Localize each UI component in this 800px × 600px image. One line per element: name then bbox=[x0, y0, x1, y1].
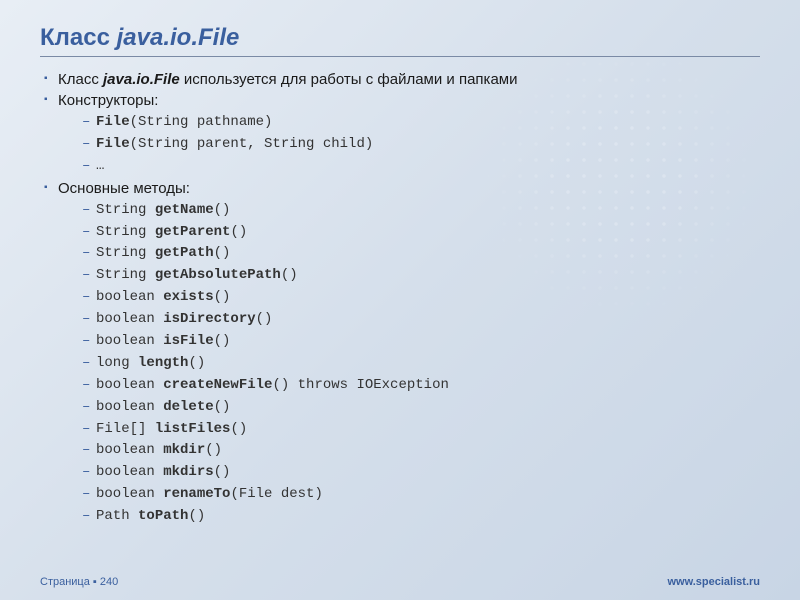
methods-list: String getName()String getParent()String… bbox=[58, 201, 760, 526]
method-params: () bbox=[214, 399, 231, 415]
method-item: String getAbsolutePath() bbox=[82, 266, 760, 285]
method-name: getPath bbox=[155, 245, 214, 261]
constructor-item: File(String parent, String child) bbox=[82, 135, 760, 154]
method-params: () bbox=[256, 311, 273, 327]
constructor-item: File(String pathname) bbox=[82, 113, 760, 132]
method-name: length bbox=[138, 355, 188, 371]
method-params: (File dest) bbox=[230, 486, 322, 502]
method-item: long length() bbox=[82, 354, 760, 373]
method-return-type: String bbox=[96, 202, 155, 218]
methods-label: Основные методы: bbox=[58, 180, 190, 197]
method-return-type: long bbox=[96, 355, 138, 371]
method-return-type: boolean bbox=[96, 377, 163, 393]
method-return-type: String bbox=[96, 224, 155, 240]
method-item: boolean delete() bbox=[82, 398, 760, 417]
method-params: () bbox=[188, 508, 205, 524]
ctor-signature: … bbox=[96, 158, 104, 174]
method-item: boolean isDirectory() bbox=[82, 310, 760, 329]
method-params: () bbox=[214, 202, 231, 218]
method-name: createNewFile bbox=[163, 377, 272, 393]
intro-classname: java.io.File bbox=[103, 71, 180, 88]
method-params: () bbox=[281, 267, 298, 283]
method-name: isFile bbox=[163, 333, 213, 349]
slide: Класс java.io.File Класс java.io.File ис… bbox=[0, 0, 800, 600]
title-prefix: Класс bbox=[40, 24, 117, 51]
slide-title: Класс java.io.File bbox=[40, 24, 760, 52]
intro-text-pre: Класс bbox=[58, 71, 103, 88]
constructors-label: Конструкторы: bbox=[58, 92, 158, 109]
footer: Страница ▪ 240 www.specialist.ru bbox=[40, 576, 760, 588]
method-item: boolean exists() bbox=[82, 288, 760, 307]
method-item: Path toPath() bbox=[82, 507, 760, 526]
method-return-type: boolean bbox=[96, 399, 163, 415]
method-params: () bbox=[214, 245, 231, 261]
method-return-type: boolean bbox=[96, 289, 163, 305]
constructors-list: File(String pathname)File(String parent,… bbox=[58, 113, 760, 176]
bullet-methods: Основные методы: String getName()String … bbox=[44, 180, 760, 526]
method-name: mkdirs bbox=[163, 464, 213, 480]
method-name: getParent bbox=[155, 224, 231, 240]
bullet-intro: Класс java.io.File используется для рабо… bbox=[44, 71, 760, 88]
method-return-type: boolean bbox=[96, 442, 163, 458]
title-classname: java.io.File bbox=[117, 24, 240, 51]
ctor-name: File bbox=[96, 136, 130, 152]
method-item: File[] listFiles() bbox=[82, 420, 760, 439]
method-return-type: String bbox=[96, 267, 155, 283]
method-name: getAbsolutePath bbox=[155, 267, 281, 283]
title-underline bbox=[40, 56, 760, 57]
method-item: boolean createNewFile() throws IOExcepti… bbox=[82, 376, 760, 395]
method-return-type: Path bbox=[96, 508, 138, 524]
method-params: () bbox=[230, 421, 247, 437]
method-params: () throws IOException bbox=[272, 377, 448, 393]
method-item: boolean renameTo(File dest) bbox=[82, 485, 760, 504]
page-number: Страница ▪ 240 bbox=[40, 576, 118, 588]
method-params: () bbox=[230, 224, 247, 240]
method-params: () bbox=[205, 442, 222, 458]
method-params: () bbox=[214, 333, 231, 349]
method-name: listFiles bbox=[155, 421, 231, 437]
site-url: www.specialist.ru bbox=[667, 576, 760, 588]
method-name: exists bbox=[163, 289, 213, 305]
method-item: boolean isFile() bbox=[82, 332, 760, 351]
method-item: String getPath() bbox=[82, 244, 760, 263]
method-return-type: boolean bbox=[96, 464, 163, 480]
bullet-constructors: Конструкторы: File(String pathname)File(… bbox=[44, 92, 760, 176]
method-item: boolean mkdirs() bbox=[82, 463, 760, 482]
method-params: () bbox=[214, 289, 231, 305]
ctor-name: File bbox=[96, 114, 130, 130]
method-name: mkdir bbox=[163, 442, 205, 458]
intro-text-post: используется для работы с файлами и папк… bbox=[180, 71, 518, 88]
method-params: () bbox=[188, 355, 205, 371]
method-return-type: String bbox=[96, 245, 155, 261]
method-return-type: boolean bbox=[96, 333, 163, 349]
method-item: String getParent() bbox=[82, 223, 760, 242]
ctor-signature: (String parent, String child) bbox=[130, 136, 374, 152]
method-params: () bbox=[214, 464, 231, 480]
method-name: isDirectory bbox=[163, 311, 255, 327]
method-name: toPath bbox=[138, 508, 188, 524]
method-name: renameTo bbox=[163, 486, 230, 502]
constructor-item: … bbox=[82, 157, 760, 176]
method-return-type: boolean bbox=[96, 311, 163, 327]
method-item: String getName() bbox=[82, 201, 760, 220]
method-name: delete bbox=[163, 399, 213, 415]
method-item: boolean mkdir() bbox=[82, 441, 760, 460]
method-return-type: File[] bbox=[96, 421, 155, 437]
method-return-type: boolean bbox=[96, 486, 163, 502]
method-name: getName bbox=[155, 202, 214, 218]
content-list: Класс java.io.File используется для рабо… bbox=[40, 71, 760, 526]
ctor-signature: (String pathname) bbox=[130, 114, 273, 130]
